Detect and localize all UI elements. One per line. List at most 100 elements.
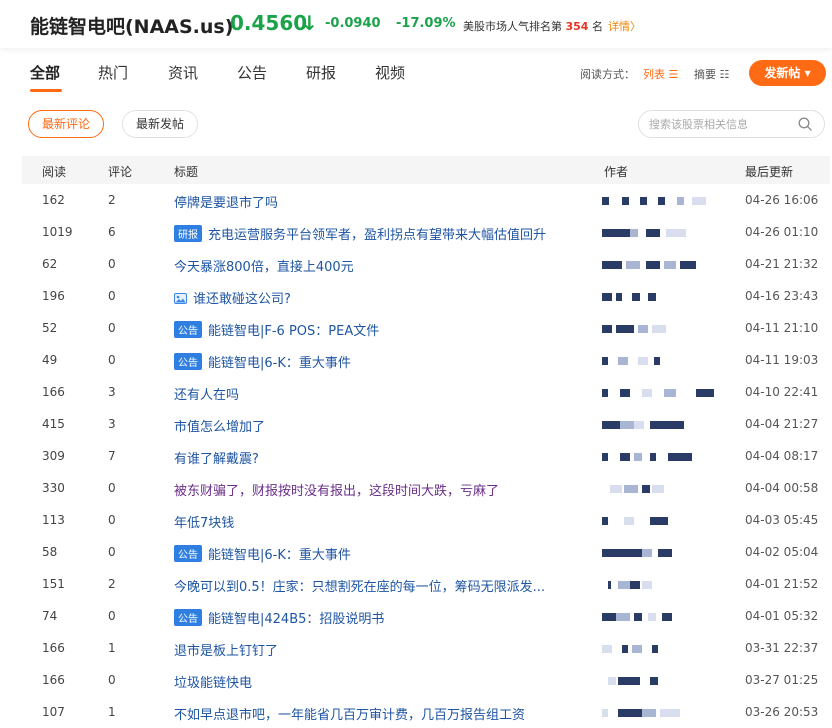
author-avatar-blurred[interactable] <box>602 227 722 239</box>
author-avatar-blurred[interactable] <box>602 675 722 687</box>
post-title-text[interactable]: 今晚可以到0.5！庄家：只想割死在座的每一位，筹码无限派发... <box>174 580 545 595</box>
post-title[interactable]: 还有人在吗 <box>174 384 239 403</box>
tab-hot[interactable]: 热门 <box>98 62 128 83</box>
table-row[interactable]: 309 7 有谁了解戴震? 04-04 08:17 <box>22 440 830 472</box>
last-updated: 04-01 21:52 <box>745 577 819 591</box>
author-avatar-blurred[interactable] <box>602 643 722 655</box>
author-avatar-blurred[interactable] <box>602 547 722 559</box>
author-avatar-blurred[interactable] <box>602 515 722 527</box>
author-avatar-blurred[interactable] <box>602 451 722 463</box>
author-avatar-blurred[interactable] <box>602 611 722 623</box>
post-title-text[interactable]: 还有人在吗 <box>174 388 239 403</box>
read-mode-list[interactable]: 列表 ☰ <box>643 66 678 82</box>
table-row[interactable]: 1019 6 研报 充电运营服务平台领军者，盈利拐点有望带来大幅估值回升 04-2… <box>22 216 830 248</box>
table-row[interactable]: 58 0 公告 能链智电|6-K：重大事件 04-02 05:04 <box>22 536 830 568</box>
post-title-text[interactable]: 充电运营服务平台领军者，盈利拐点有望带来大幅估值回升 <box>208 228 546 243</box>
table-row[interactable]: 166 0 垃圾能链快电 03-27 01:25 <box>22 664 830 696</box>
post-title[interactable]: 公告 能链智电|424B5：招股说明书 <box>174 608 384 627</box>
post-title-text[interactable]: 谁还敢碰这公司? <box>193 292 291 307</box>
filter-latest-post[interactable]: 最新发帖 <box>122 110 198 138</box>
new-post-button[interactable]: 发新帖 ▾ <box>749 60 826 86</box>
author-avatar-blurred[interactable] <box>602 483 722 495</box>
last-updated: 04-10 22:41 <box>745 385 819 399</box>
post-title-text[interactable]: 今天暴涨800倍，直接上400元 <box>174 260 354 275</box>
author-avatar-blurred[interactable] <box>602 707 722 719</box>
post-title[interactable]: 今晚可以到0.5！庄家：只想割死在座的每一位，筹码无限派发... <box>174 576 545 595</box>
author-avatar-blurred[interactable] <box>602 387 722 399</box>
table-row[interactable]: 52 0 公告 能链智电|F-6 POS：PEA文件 04-11 21:10 <box>22 312 830 344</box>
read-count: 166 <box>42 385 65 399</box>
read-count: 62 <box>42 257 58 271</box>
tab-all[interactable]: 全部 <box>30 62 60 83</box>
tab-news[interactable]: 资讯 <box>168 62 198 83</box>
search-input[interactable] <box>649 116 789 132</box>
table-row[interactable]: 107 1 不如早点退市吧，一年能省几百万审计费，几百万报告组工资 03-26 … <box>22 696 830 728</box>
price-change-pct: -17.09% <box>396 16 456 31</box>
table-row[interactable]: 151 2 今晚可以到0.5！庄家：只想割死在座的每一位，筹码无限派发... 0… <box>22 568 830 600</box>
author-avatar-blurred[interactable] <box>602 419 722 431</box>
post-title-text[interactable]: 停牌是要退市了吗 <box>174 196 278 211</box>
read-count: 196 <box>42 289 65 303</box>
table-row[interactable]: 74 0 公告 能链智电|424B5：招股说明书 04-01 05:32 <box>22 600 830 632</box>
author-avatar-blurred[interactable] <box>602 259 722 271</box>
filter-latest-comment[interactable]: 最新评论 <box>28 110 104 138</box>
tab-video[interactable]: 视频 <box>375 62 405 83</box>
table-row[interactable]: 113 0 年低7块钱 04-03 05:45 <box>22 504 830 536</box>
author-avatar-blurred[interactable] <box>602 291 722 303</box>
author-avatar-blurred[interactable] <box>602 355 722 367</box>
tab-announcements[interactable]: 公告 <box>237 62 267 83</box>
post-title[interactable]: 有谁了解戴震? <box>174 448 259 467</box>
post-title[interactable]: 停牌是要退市了吗 <box>174 192 278 211</box>
comment-count: 0 <box>108 257 116 271</box>
comment-count: 6 <box>108 225 116 239</box>
author-avatar-blurred[interactable] <box>602 323 722 335</box>
post-title[interactable]: 公告 能链智电|F-6 POS：PEA文件 <box>174 320 379 339</box>
post-title[interactable]: 市值怎么增加了 <box>174 416 265 435</box>
rank-suffix: 名 <box>591 20 603 33</box>
post-title[interactable]: 公告 能链智电|6-K：重大事件 <box>174 352 351 371</box>
last-updated: 04-21 21:32 <box>745 257 819 271</box>
post-title[interactable]: 退市是板上钉钉了 <box>174 640 278 659</box>
post-title-text[interactable]: 能链智电|F-6 POS：PEA文件 <box>208 324 379 339</box>
post-title[interactable]: 不如早点退市吧，一年能省几百万审计费，几百万报告组工资 <box>174 704 525 723</box>
last-updated: 04-04 21:27 <box>745 417 819 431</box>
post-title-text[interactable]: 不如早点退市吧，一年能省几百万审计费，几百万报告组工资 <box>174 708 525 723</box>
table-row[interactable]: 166 1 退市是板上钉钉了 03-31 22:37 <box>22 632 830 664</box>
read-mode-summary[interactable]: 摘要 ☷ <box>694 66 729 82</box>
post-title[interactable]: 公告 能链智电|6-K：重大事件 <box>174 544 351 563</box>
rank-prefix: 美股市场人气排名第 <box>463 20 562 33</box>
comment-count: 1 <box>108 705 116 719</box>
post-title[interactable]: 年低7块钱 <box>174 512 234 531</box>
read-count: 309 <box>42 449 65 463</box>
post-title[interactable]: 今天暴涨800倍，直接上400元 <box>174 256 354 275</box>
rank-detail-link[interactable]: 详情〉 <box>608 18 641 34</box>
table-row[interactable]: 62 0 今天暴涨800倍，直接上400元 04-21 21:32 <box>22 248 830 280</box>
table-row[interactable]: 49 0 公告 能链智电|6-K：重大事件 04-11 19:03 <box>22 344 830 376</box>
table-row[interactable]: 196 0 谁还敢碰这公司? 04-16 23:43 <box>22 280 830 312</box>
post-title[interactable]: 被东财骗了，财报按时没有报出，这段时间大跌，亏麻了 <box>174 480 499 499</box>
table-row[interactable]: 162 2 停牌是要退市了吗 04-26 16:06 <box>22 184 830 216</box>
post-title-text[interactable]: 年低7块钱 <box>174 516 234 531</box>
announcement-tag: 公告 <box>174 609 202 626</box>
last-updated: 03-31 22:37 <box>745 641 819 655</box>
read-count: 1019 <box>42 225 73 239</box>
search-icon[interactable] <box>798 117 812 131</box>
post-title[interactable]: 研报 充电运营服务平台领军者，盈利拐点有望带来大幅估值回升 <box>174 224 546 243</box>
table-row[interactable]: 330 0 被东财骗了，财报按时没有报出，这段时间大跌，亏麻了 04-04 00… <box>22 472 830 504</box>
post-title-text[interactable]: 有谁了解戴震? <box>174 452 259 467</box>
post-title-text[interactable]: 被东财骗了，财报按时没有报出，这段时间大跌，亏麻了 <box>174 484 499 499</box>
author-avatar-blurred[interactable] <box>602 195 722 207</box>
post-title[interactable]: 谁还敢碰这公司? <box>174 288 291 307</box>
tab-research[interactable]: 研报 <box>306 62 336 83</box>
search-box <box>638 110 825 138</box>
table-row[interactable]: 415 3 市值怎么增加了 04-04 21:27 <box>22 408 830 440</box>
post-title-text[interactable]: 能链智电|6-K：重大事件 <box>208 356 351 371</box>
post-title-text[interactable]: 退市是板上钉钉了 <box>174 644 278 659</box>
post-title-text[interactable]: 市值怎么增加了 <box>174 420 265 435</box>
author-avatar-blurred[interactable] <box>602 579 722 591</box>
post-title-text[interactable]: 垃圾能链快电 <box>174 676 252 691</box>
post-title-text[interactable]: 能链智电|424B5：招股说明书 <box>208 612 384 627</box>
table-row[interactable]: 166 3 还有人在吗 04-10 22:41 <box>22 376 830 408</box>
post-title-text[interactable]: 能链智电|6-K：重大事件 <box>208 548 351 563</box>
post-title[interactable]: 垃圾能链快电 <box>174 672 252 691</box>
